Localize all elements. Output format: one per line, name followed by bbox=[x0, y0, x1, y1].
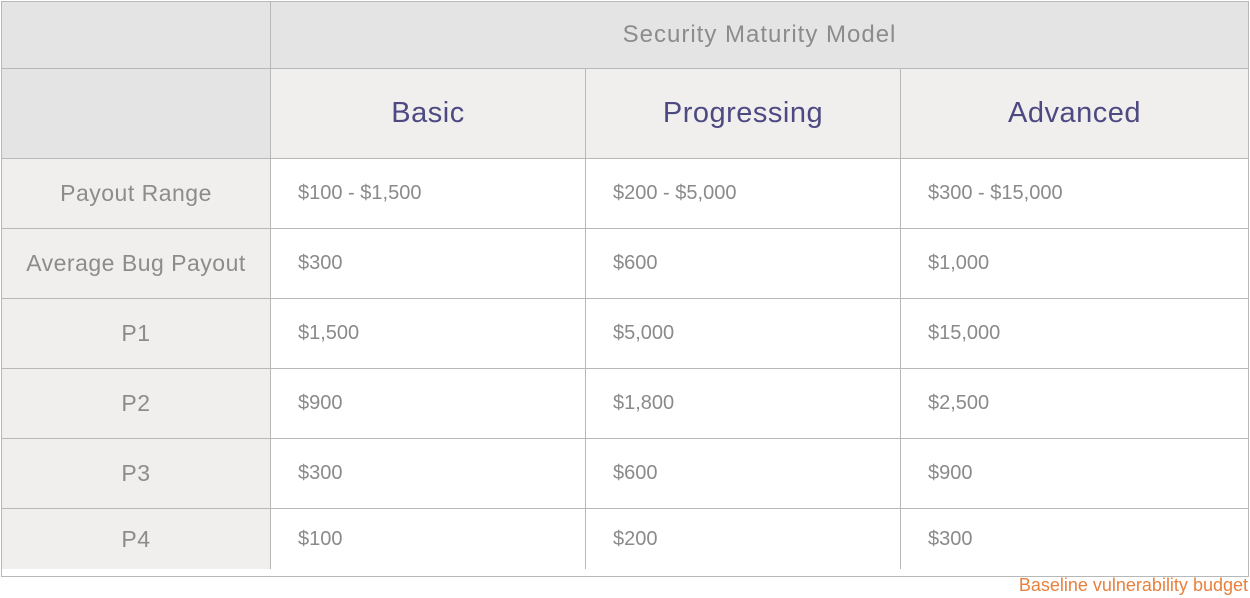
table-cell: $1,000 bbox=[901, 229, 1248, 299]
maturity-table: Security Maturity Model Basic Progressin… bbox=[1, 1, 1249, 577]
table-cell: $5,000 bbox=[586, 299, 901, 369]
table-cell: $600 bbox=[586, 439, 901, 509]
row-label-p4: P4 bbox=[2, 509, 271, 569]
table-cell: $200 bbox=[586, 509, 901, 569]
table-cell: $100 - $1,500 bbox=[271, 159, 586, 229]
table-cell: $900 bbox=[901, 439, 1248, 509]
table-cell: $900 bbox=[271, 369, 586, 439]
table-corner-header bbox=[2, 69, 271, 159]
table-cell: $600 bbox=[586, 229, 901, 299]
level-header-basic: Basic bbox=[271, 69, 586, 159]
table-cell: $1,800 bbox=[586, 369, 901, 439]
row-label-p1: P1 bbox=[2, 299, 271, 369]
row-label-p2: P2 bbox=[2, 369, 271, 439]
table-cell: $15,000 bbox=[901, 299, 1248, 369]
table-title: Security Maturity Model bbox=[271, 2, 1248, 69]
table-cell: $1,500 bbox=[271, 299, 586, 369]
table-cell: $200 - $5,000 bbox=[586, 159, 901, 229]
row-label-p3: P3 bbox=[2, 439, 271, 509]
level-header-progressing: Progressing bbox=[586, 69, 901, 159]
table-cell: $300 - $15,000 bbox=[901, 159, 1248, 229]
row-label-payout-range: Payout Range bbox=[2, 159, 271, 229]
table-cell: $300 bbox=[901, 509, 1248, 569]
table-cell: $300 bbox=[271, 439, 586, 509]
table-cell: $2,500 bbox=[901, 369, 1248, 439]
table-corner-top bbox=[2, 2, 271, 69]
table-cell: $300 bbox=[271, 229, 586, 299]
level-header-advanced: Advanced bbox=[901, 69, 1248, 159]
table-cell: $100 bbox=[271, 509, 586, 569]
table-caption: Baseline vulnerability budget bbox=[1018, 575, 1248, 595]
row-label-average-bug-payout: Average Bug Payout bbox=[2, 229, 271, 299]
